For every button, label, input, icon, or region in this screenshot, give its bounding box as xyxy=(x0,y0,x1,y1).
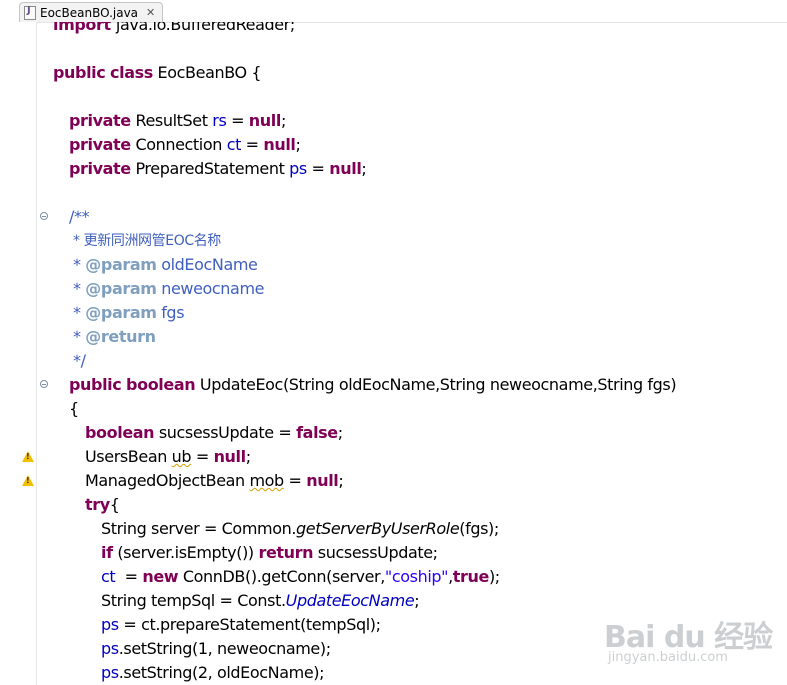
java-file-icon xyxy=(24,5,36,20)
code-line-ct-assign[interactable]: ct = new ConnDB().getConn(server,"coship… xyxy=(101,565,500,589)
code-line-field-ps[interactable]: private PreparedStatement ps = null; xyxy=(69,157,367,181)
code-line-ub-decl[interactable]: UsersBean ub = null; xyxy=(85,445,251,469)
code-line-sucsess-decl[interactable]: boolean sucsessUpdate = false; xyxy=(85,421,343,445)
warning-ub-icon[interactable] xyxy=(22,451,34,462)
unused-var-ub[interactable]: ub xyxy=(172,447,192,466)
code-line-javadoc-close[interactable]: */ xyxy=(73,349,86,373)
code-line-tempsql-decl[interactable]: String tempSql = Const.UpdateEocName; xyxy=(101,589,420,613)
tab-filename: EocBeanBO.java xyxy=(40,5,139,20)
code-line-javadoc-open[interactable]: /** xyxy=(69,205,90,229)
unused-var-mob[interactable]: mob xyxy=(249,471,284,490)
code-line-javadoc-desc[interactable]: * 更新同洲网管EOC名称 xyxy=(73,229,221,253)
code-line-field-rs[interactable]: private ResultSet rs = null; xyxy=(69,109,286,133)
baidu-jingyan-watermark: Bai du 经验 jingyan.baidu.com xyxy=(604,612,773,672)
warning-mob-icon[interactable] xyxy=(22,475,34,486)
code-line-import[interactable]: import java.io.BufferedReader; xyxy=(53,22,295,37)
code-editor[interactable]: import java.io.BufferedReader; public cl… xyxy=(37,22,787,685)
editor-tab-eocbeanbo[interactable]: EocBeanBO.java ✕ xyxy=(19,2,163,22)
code-line-if-empty[interactable]: if (server.isEmpty()) return sucsessUpda… xyxy=(101,541,438,565)
code-line-class-decl[interactable]: public class EocBeanBO { xyxy=(53,61,262,85)
code-line-javadoc-param-fgs[interactable]: * @param fgs xyxy=(73,301,185,325)
code-line-try[interactable]: try{ xyxy=(85,493,120,517)
code-line-javadoc-param-old[interactable]: * @param oldEocName xyxy=(73,253,258,277)
code-line-ps-setstring-1[interactable]: ps.setString(1, neweocname); xyxy=(101,637,331,661)
editor-gutter[interactable] xyxy=(0,22,48,685)
code-line-method-open-brace[interactable]: { xyxy=(69,397,79,421)
code-line-javadoc-param-new[interactable]: * @param neweocname xyxy=(73,277,264,301)
watermark-site: jingyan.baidu.com xyxy=(608,650,728,665)
code-line-ps-setstring-2[interactable]: ps.setString(2, oldEocName); xyxy=(101,661,325,685)
editor-tab-bar: EocBeanBO.java ✕ xyxy=(0,0,787,23)
code-line-mob-decl[interactable]: ManagedObjectBean mob = null; xyxy=(85,469,344,493)
code-line-field-ct[interactable]: private Connection ct = null; xyxy=(69,133,301,157)
code-line-javadoc-return[interactable]: * @return xyxy=(73,325,156,349)
code-line-ps-prepare[interactable]: ps = ct.prepareStatement(tempSql); xyxy=(101,613,381,637)
code-line-method-signature[interactable]: public boolean UpdateEoc(String oldEocNa… xyxy=(69,373,677,397)
close-tab-icon[interactable]: ✕ xyxy=(146,6,155,19)
code-line-server-decl[interactable]: String server = Common.getServerByUserRo… xyxy=(101,517,499,541)
